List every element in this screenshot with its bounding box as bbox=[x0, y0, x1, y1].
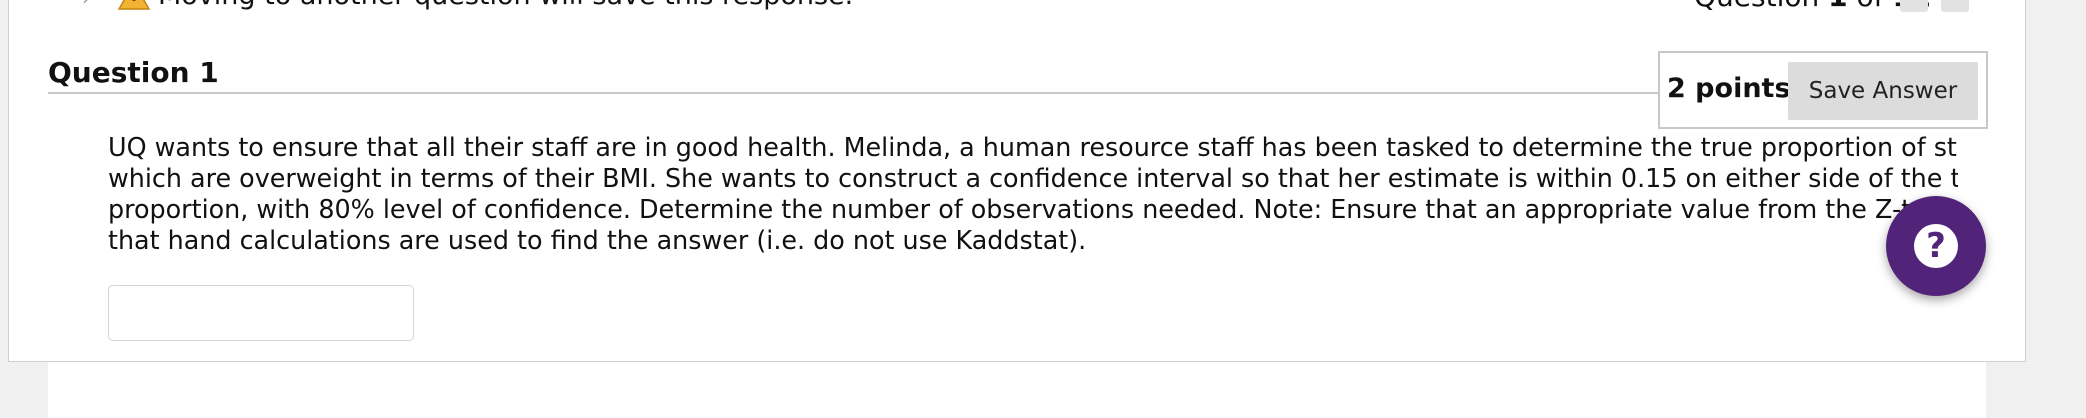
header-divider bbox=[48, 92, 1658, 94]
top-status-strip: › Moving to another question will save t… bbox=[0, 0, 2086, 14]
counter-prefix: Question bbox=[1694, 0, 1819, 13]
question-counter: Question 1 of 12 bbox=[1694, 0, 1931, 13]
counter-of: of bbox=[1857, 0, 1884, 13]
question-text-line: that hand calculations are used to find … bbox=[108, 225, 1087, 255]
question-title: Question 1 bbox=[48, 56, 219, 89]
double-chevron-right-icon: » bbox=[1949, 0, 1960, 6]
help-button[interactable]: ? bbox=[1886, 196, 1986, 296]
points-save-box: 2 points Save Answer bbox=[1658, 51, 1988, 129]
points-label: 2 points bbox=[1667, 73, 1791, 104]
question-text: UQ wants to ensure that all their staff … bbox=[108, 132, 1958, 256]
question-text-line: which are overweight in terms of their B… bbox=[108, 163, 1958, 193]
answer-input[interactable] bbox=[108, 285, 414, 341]
chevron-right-icon: › bbox=[1910, 0, 1917, 6]
counter-current: 1 bbox=[1828, 0, 1847, 13]
question-mark-icon: ? bbox=[1914, 224, 1958, 268]
warning-icon bbox=[118, 0, 150, 10]
next-question-button[interactable]: › bbox=[1900, 0, 1928, 12]
question-text-line: UQ wants to ensure that all their staff … bbox=[108, 132, 1958, 162]
save-answer-button[interactable]: Save Answer bbox=[1788, 62, 1978, 120]
chevron-right-icon: › bbox=[82, 0, 90, 10]
save-warning-message: Moving to another question will save thi… bbox=[158, 0, 853, 11]
last-question-button[interactable]: » bbox=[1941, 0, 1969, 12]
question-text-line: proportion, with 80% level of confidence… bbox=[108, 194, 1958, 224]
lower-content-panel bbox=[48, 362, 1986, 418]
